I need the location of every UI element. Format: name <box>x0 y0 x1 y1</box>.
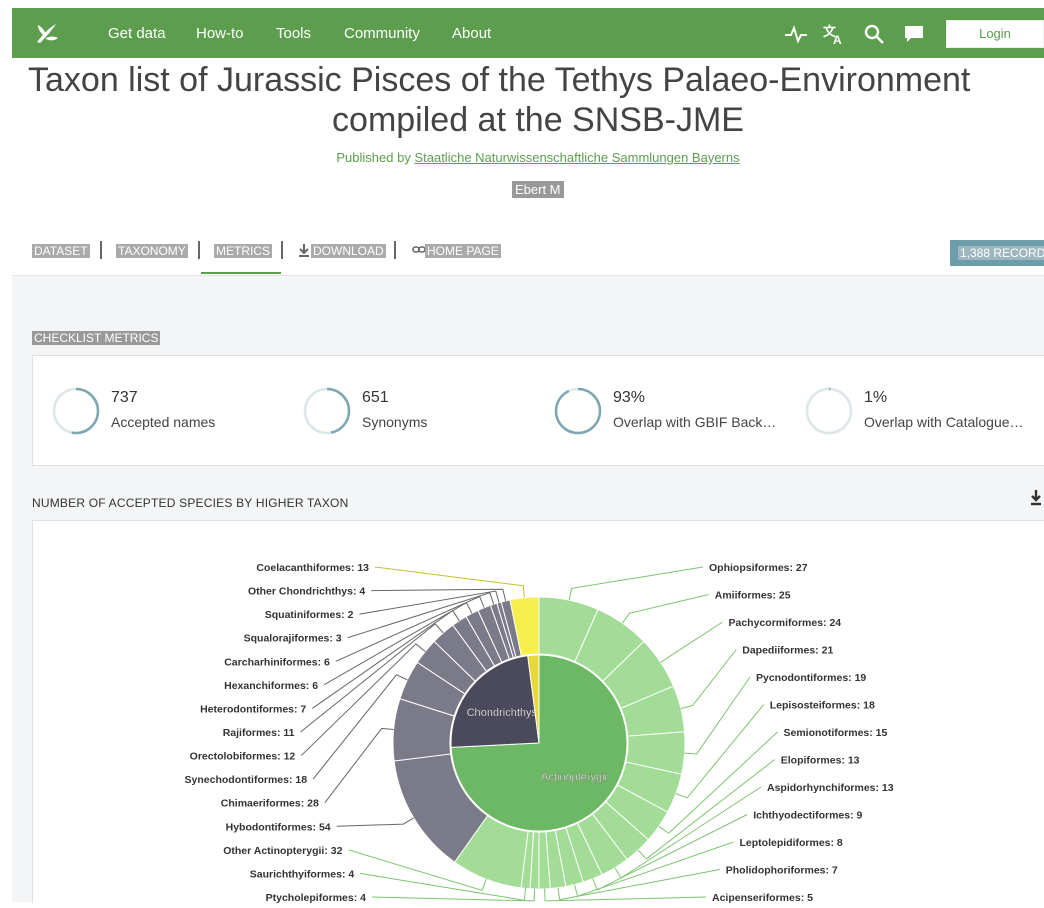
svg-text:A: A <box>833 33 842 46</box>
slice-label: Squatiniformes: 2 <box>265 609 354 621</box>
checklist-metrics-label: CHECKLIST METRICS <box>32 331 161 345</box>
slice-label: Carcharhiniformes: 6 <box>224 656 330 668</box>
slice-label: Saurichthyiformes: 4 <box>250 868 355 880</box>
tab-divider <box>198 241 200 259</box>
feedback-icon[interactable] <box>902 22 926 46</box>
slice-label: Heterodontiformes: 7 <box>200 703 306 715</box>
slice-label: Dapediiformes: 21 <box>742 645 833 657</box>
tab-download[interactable]: DOWNLOAD <box>311 244 386 258</box>
slice-connector <box>312 674 408 780</box>
slice-label: Ichthyodectiformes: 9 <box>753 810 862 822</box>
nav-community[interactable]: Community <box>344 25 420 42</box>
slice-label: Pachycormiformes: 24 <box>729 617 842 629</box>
slice-connector <box>374 566 525 598</box>
slice-connector <box>324 727 394 804</box>
slice-label: Ptycholepiformes: 4 <box>266 892 367 903</box>
slice-connector <box>336 817 414 827</box>
metric-ring <box>52 387 100 435</box>
tab-taxonomy[interactable]: TAXONOMY <box>116 244 188 258</box>
metric-ring <box>303 387 351 435</box>
slice-connector <box>675 704 765 799</box>
metric-label: Overlap with Catalogue… <box>864 414 1024 430</box>
slice-label: Aspidorhynchiformes: 13 <box>767 782 894 794</box>
top-nav: Get data How-to Tools Community About 文 … <box>12 8 1044 58</box>
slice-connector <box>660 621 723 663</box>
download-icon[interactable] <box>1028 488 1044 506</box>
metric-value: 651 <box>362 389 389 406</box>
metric-value: 1% <box>864 389 888 406</box>
slice-label: Other Chondrichthys: 4 <box>248 586 365 598</box>
chart-title: NUMBER OF ACCEPTED SPECIES BY HIGHER TAX… <box>32 496 349 510</box>
slice-connector <box>568 566 704 601</box>
metric-ring <box>554 387 602 435</box>
sunburst-chart-card: Actinopterygii Chondrichthys Ophiopsiforme… <box>32 520 1044 904</box>
gbif-logo-icon[interactable] <box>34 20 60 46</box>
nav-get-data[interactable]: Get data <box>108 25 166 42</box>
slice-label: Orectolobiformes: 12 <box>190 751 296 763</box>
slice-label: Other Actinopterygii: 32 <box>223 845 342 857</box>
metric-label: Accepted names <box>111 414 216 430</box>
slice-label: Squalorajiformes: 3 <box>244 633 342 645</box>
slice-label: Hybodontiformes: 54 <box>226 821 331 833</box>
records-count: 1,388 RECORDS <box>958 246 1044 260</box>
slice-connector <box>371 588 507 601</box>
inner-slice-label: Actinopterygii <box>541 771 607 783</box>
page-title-line-2: compiled at the SNSB-JME <box>332 101 744 139</box>
metric-label: Synonyms <box>362 414 428 430</box>
published-prefix: Published by <box>336 150 411 165</box>
nav-how-to[interactable]: How-to <box>196 25 244 42</box>
metric-value: 93% <box>613 389 646 406</box>
slice-label: Acipenseriformes: 5 <box>712 892 813 903</box>
slice-connector <box>622 594 709 624</box>
slice-label: Lepisosteiformes: 18 <box>770 700 875 712</box>
activity-icon[interactable] <box>784 22 808 46</box>
sunburst-chart: Actinopterygii Chondrichthys Ophiopsiforme… <box>185 562 894 904</box>
metric-ring <box>805 387 853 435</box>
inner-slice-label: Chondrichthys <box>467 707 538 719</box>
slice-label: Ophiopsiformes: 27 <box>709 562 808 574</box>
slice-label: Leptolepidiformes: 8 <box>740 837 843 849</box>
metric-synonyms[interactable]: 651 Synonyms <box>302 380 542 440</box>
slice-label: Hexanchiformes: 6 <box>224 680 318 692</box>
records-button[interactable]: 1,388 RECORDS <box>950 240 1044 266</box>
slice-connector <box>371 888 536 902</box>
metric-accepted-names[interactable]: 737 Accepted names <box>51 380 291 440</box>
slice-label: Pycnodontiformes: 19 <box>756 672 866 684</box>
download-tab-icon <box>298 243 310 260</box>
nav-tools[interactable]: Tools <box>276 25 311 42</box>
slice-label: Synechodontiformes: 18 <box>185 774 308 786</box>
metric-label: Overlap with GBIF Back… <box>613 414 777 430</box>
tab-divider <box>394 241 396 259</box>
slice-label: Elopiformes: 13 <box>781 755 860 767</box>
tab-divider <box>100 241 102 259</box>
slice-label: Amiiformes: 25 <box>715 590 791 602</box>
published-by: Published by Staatliche Naturwissenschaf… <box>0 150 1044 165</box>
metric-value: 737 <box>111 389 138 406</box>
slice-label: Chimaeriformes: 28 <box>221 798 319 810</box>
tab-homepage[interactable]: HOME PAGE <box>425 244 501 258</box>
metric-gbif-overlap[interactable]: 93% Overlap with GBIF Back… <box>553 380 793 440</box>
author-badge[interactable]: Ebert M <box>512 181 564 198</box>
tab-divider <box>281 241 283 259</box>
page-title-line-1: Taxon list of Jurassic Pisces of the Tet… <box>28 61 971 99</box>
slice-label: Rajiformes: 11 <box>223 727 295 739</box>
login-button[interactable]: Login <box>946 20 1044 48</box>
slice-label: Semionotiformes: 15 <box>784 727 888 739</box>
search-icon[interactable] <box>862 22 886 46</box>
publisher-link[interactable]: Staatliche Naturwissenschaftliche Sammlu… <box>414 150 739 165</box>
metric-catalogue-overlap[interactable]: 1% Overlap with Catalogue… <box>804 380 1044 440</box>
slice-connector <box>684 676 751 755</box>
slice-label: Coelacanthiformes: 13 <box>256 562 369 574</box>
link-icon <box>412 244 426 259</box>
tab-dataset[interactable]: DATASET <box>32 244 90 258</box>
active-tab-indicator <box>201 272 281 274</box>
nav-about[interactable]: About <box>452 25 491 42</box>
slice-label: Pholidophoriformes: 7 <box>726 865 838 877</box>
slice-connector <box>544 888 707 902</box>
tab-metrics[interactable]: METRICS <box>214 244 272 258</box>
slice-connector <box>680 649 737 709</box>
translate-icon[interactable]: 文 A <box>822 22 846 46</box>
checklist-metrics-card: 737 Accepted names 651 Synonyms 93% Over… <box>32 355 1044 466</box>
